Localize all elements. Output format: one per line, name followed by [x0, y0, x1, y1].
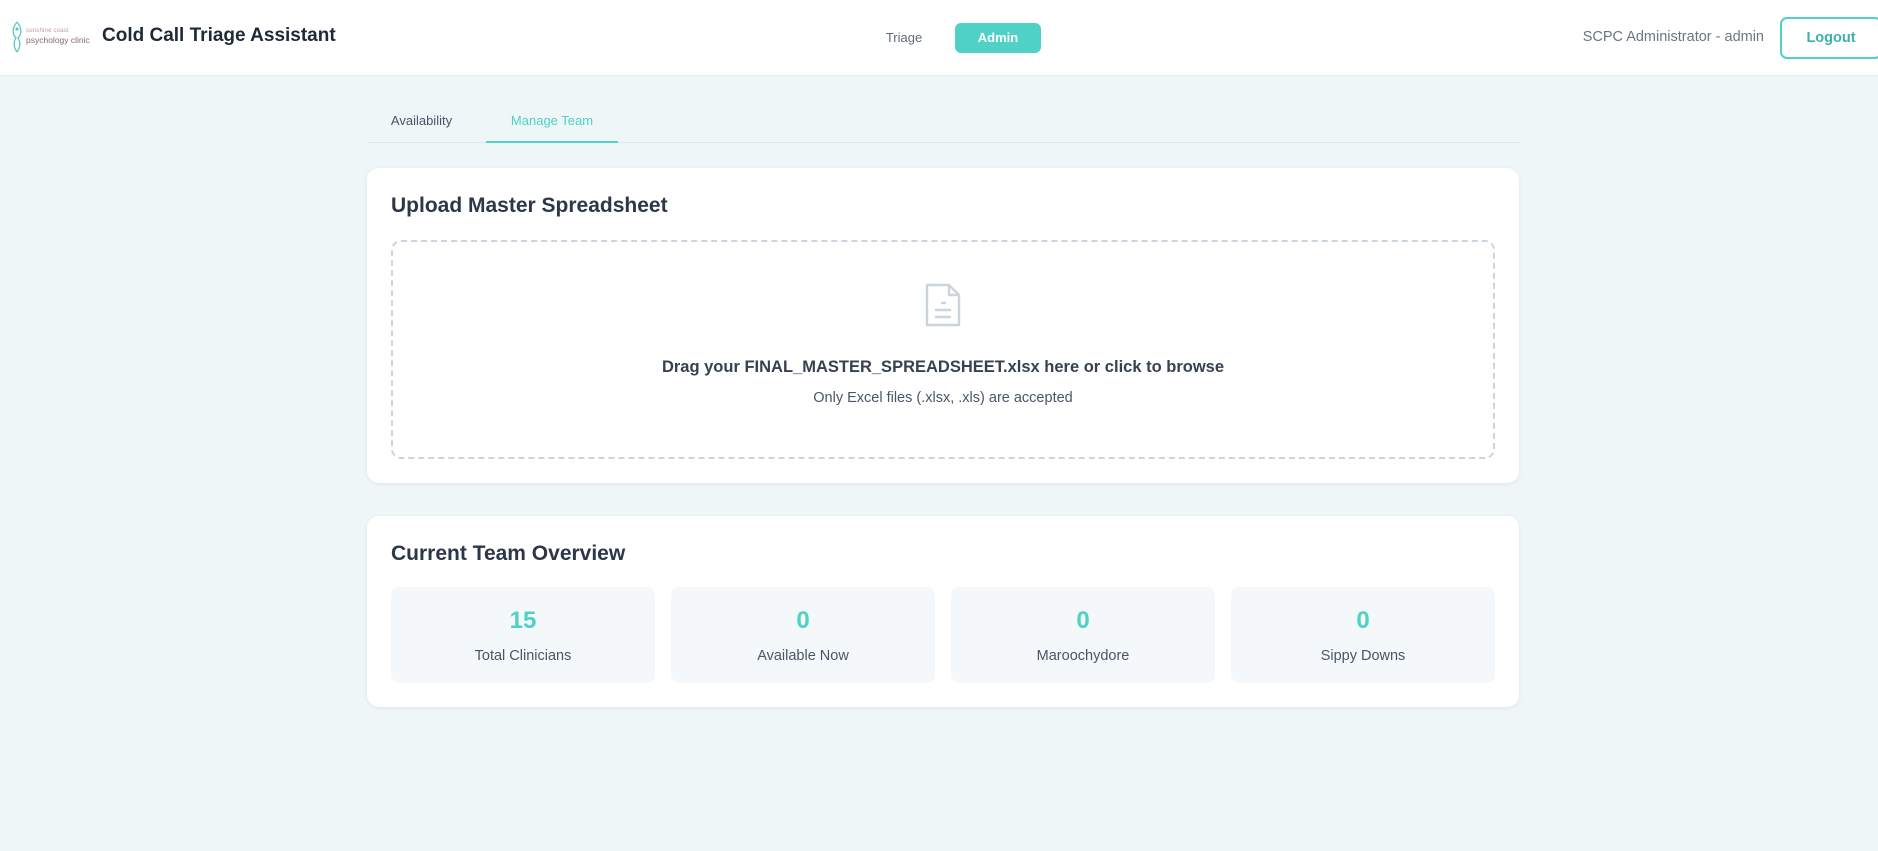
- dropzone-file-hint: Only Excel files (.xlsx, .xls) are accep…: [813, 390, 1073, 406]
- tab-manage-team[interactable]: Manage Team: [486, 100, 618, 143]
- logo-tagline: sunshine coast: [26, 28, 69, 34]
- file-document-icon: [925, 283, 961, 327]
- logout-button[interactable]: Logout: [1780, 17, 1878, 59]
- logo-wordmark: psychology clinic: [26, 35, 90, 45]
- tab-availability[interactable]: Availability: [367, 100, 476, 143]
- team-stats: 15 Total Clinicians 0 Available Now 0 Ma…: [391, 587, 1495, 683]
- stat-value: 0: [1356, 607, 1370, 634]
- admin-tabs: Availability Manage Team: [367, 100, 1519, 143]
- nav-triage[interactable]: Triage: [870, 23, 938, 53]
- stat-total-clinicians: 15 Total Clinicians: [391, 587, 655, 683]
- stat-value: 0: [1076, 607, 1090, 634]
- clinic-logo-mark-icon: [12, 21, 22, 53]
- upload-card-title: Upload Master Spreadsheet: [391, 194, 668, 217]
- stat-maroochydore: 0 Maroochydore: [951, 587, 1215, 683]
- stat-sippy-downs: 0 Sippy Downs: [1231, 587, 1495, 683]
- app-title: Cold Call Triage Assistant: [102, 25, 336, 46]
- top-navigation-bar: sunshine coast psychology clinic Cold Ca…: [0, 0, 1878, 76]
- clinic-logo[interactable]: sunshine coast psychology clinic: [8, 18, 90, 58]
- dropzone-instruction: Drag your FINAL_MASTER_SPREADSHEET.xlsx …: [661, 358, 1225, 376]
- nav-admin[interactable]: Admin: [955, 23, 1041, 53]
- stat-label: Available Now: [757, 648, 849, 664]
- current-user-label: SCPC Administrator - admin: [1582, 29, 1764, 45]
- stat-label: Maroochydore: [1036, 648, 1130, 664]
- upload-card: Upload Master Spreadsheet Drag your FINA…: [367, 168, 1519, 483]
- stat-label: Total Clinicians: [474, 648, 572, 664]
- team-overview-card: Current Team Overview 15 Total Clinician…: [367, 516, 1519, 707]
- stat-value: 15: [509, 607, 537, 634]
- stat-label: Sippy Downs: [1320, 648, 1406, 664]
- stat-value: 0: [796, 607, 810, 634]
- spreadsheet-dropzone[interactable]: Drag your FINAL_MASTER_SPREADSHEET.xlsx …: [391, 240, 1495, 459]
- team-overview-title: Current Team Overview: [391, 542, 626, 565]
- stat-available-now: 0 Available Now: [671, 587, 935, 683]
